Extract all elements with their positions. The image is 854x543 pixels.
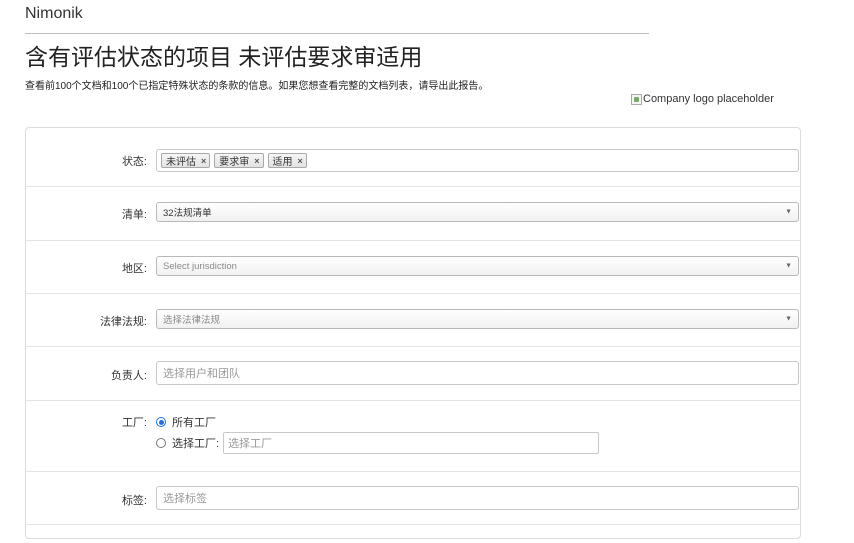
company-logo-alt-text: Company logo placeholder xyxy=(643,93,774,105)
list-select[interactable]: 32法规清单 ▼ xyxy=(156,202,799,222)
tags-input[interactable]: 选择标签 xyxy=(156,486,799,510)
app-name: Nimonik xyxy=(25,5,83,22)
header-divider xyxy=(25,33,649,34)
regulation-select[interactable]: 选择法律法规 ▼ xyxy=(156,309,799,329)
factory-input-placeholder: 选择工厂 xyxy=(228,438,273,450)
status-label: 状态: xyxy=(121,156,147,168)
region-label: 地区: xyxy=(121,263,147,275)
status-tag-label: 适用 xyxy=(272,157,293,168)
status-multiselect[interactable]: 未评估 × 要求审 × 适用 × xyxy=(156,149,799,172)
remove-tag-icon[interactable]: × xyxy=(201,156,206,166)
factory-label: 工厂: xyxy=(121,417,147,429)
status-tag-label: 要求审 xyxy=(219,157,250,168)
company-logo: Company logo placeholder xyxy=(631,93,774,105)
status-tag: 未评估 × xyxy=(161,153,211,168)
status-tag-label: 未评估 xyxy=(166,157,196,168)
remove-tag-icon[interactable]: × xyxy=(254,156,259,166)
region-select-placeholder: Select jurisdiction xyxy=(163,260,237,272)
radio-unchecked-icon[interactable] xyxy=(156,438,166,448)
list-select-value: 32法规清单 xyxy=(163,208,212,219)
regulation-row: 法律法规: 选择法律法规 ▼ xyxy=(26,294,800,347)
factory-all-option[interactable]: 所有工厂 xyxy=(156,414,216,430)
owner-label: 负责人: xyxy=(110,370,147,382)
factory-all-label: 所有工厂 xyxy=(172,417,216,429)
remove-tag-icon[interactable]: × xyxy=(298,156,303,166)
owner-row: 负责人: 选择用户和团队 xyxy=(26,347,800,401)
factory-select-option[interactable]: 选择工厂: 选择工厂 xyxy=(156,432,600,454)
status-tag: 要求审 × xyxy=(214,153,264,168)
status-row: 状态: 未评估 × 要求审 × 适用 × xyxy=(26,128,800,187)
list-row: 清单: 32法规清单 ▼ xyxy=(26,187,800,241)
page-title: 含有评估状态的项目 未评估要求审适用 xyxy=(25,44,423,70)
tags-input-placeholder: 选择标签 xyxy=(163,493,207,505)
tags-label: 标签: xyxy=(121,495,147,507)
regulation-label: 法律法规: xyxy=(99,316,147,328)
report-page: Nimonik 含有评估状态的项目 未评估要求审适用 查看前100个文档和100… xyxy=(0,0,854,543)
dropdown-arrow-icon: ▼ xyxy=(785,262,792,270)
page-description: 查看前100个文档和100个已指定特殊状态的条款的信息。如果您想查看完整的文档列… xyxy=(25,81,489,92)
dropdown-arrow-icon: ▼ xyxy=(785,315,792,323)
broken-image-icon xyxy=(631,93,642,105)
factory-select-label: 选择工厂: xyxy=(172,438,220,450)
radio-checked-icon[interactable] xyxy=(156,417,166,427)
region-row: 地区: Select jurisdiction ▼ xyxy=(26,241,800,294)
dropdown-arrow-icon: ▼ xyxy=(785,208,792,216)
owner-input[interactable]: 选择用户和团队 xyxy=(156,361,799,385)
region-select[interactable]: Select jurisdiction ▼ xyxy=(156,256,799,276)
tags-row: 标签: 选择标签 xyxy=(26,472,800,525)
filter-form: 状态: 未评估 × 要求审 × 适用 × 清单: 32法规清单 ▼ 地区: Se… xyxy=(25,127,801,539)
regulation-select-placeholder: 选择法律法规 xyxy=(163,315,221,326)
status-tag: 适用 × xyxy=(267,153,307,168)
factory-row: 工厂: 所有工厂 选择工厂: 选择工厂 xyxy=(26,401,800,472)
factory-input[interactable]: 选择工厂 xyxy=(223,432,600,454)
owner-input-placeholder: 选择用户和团队 xyxy=(163,368,240,380)
list-label: 清单: xyxy=(121,209,147,221)
